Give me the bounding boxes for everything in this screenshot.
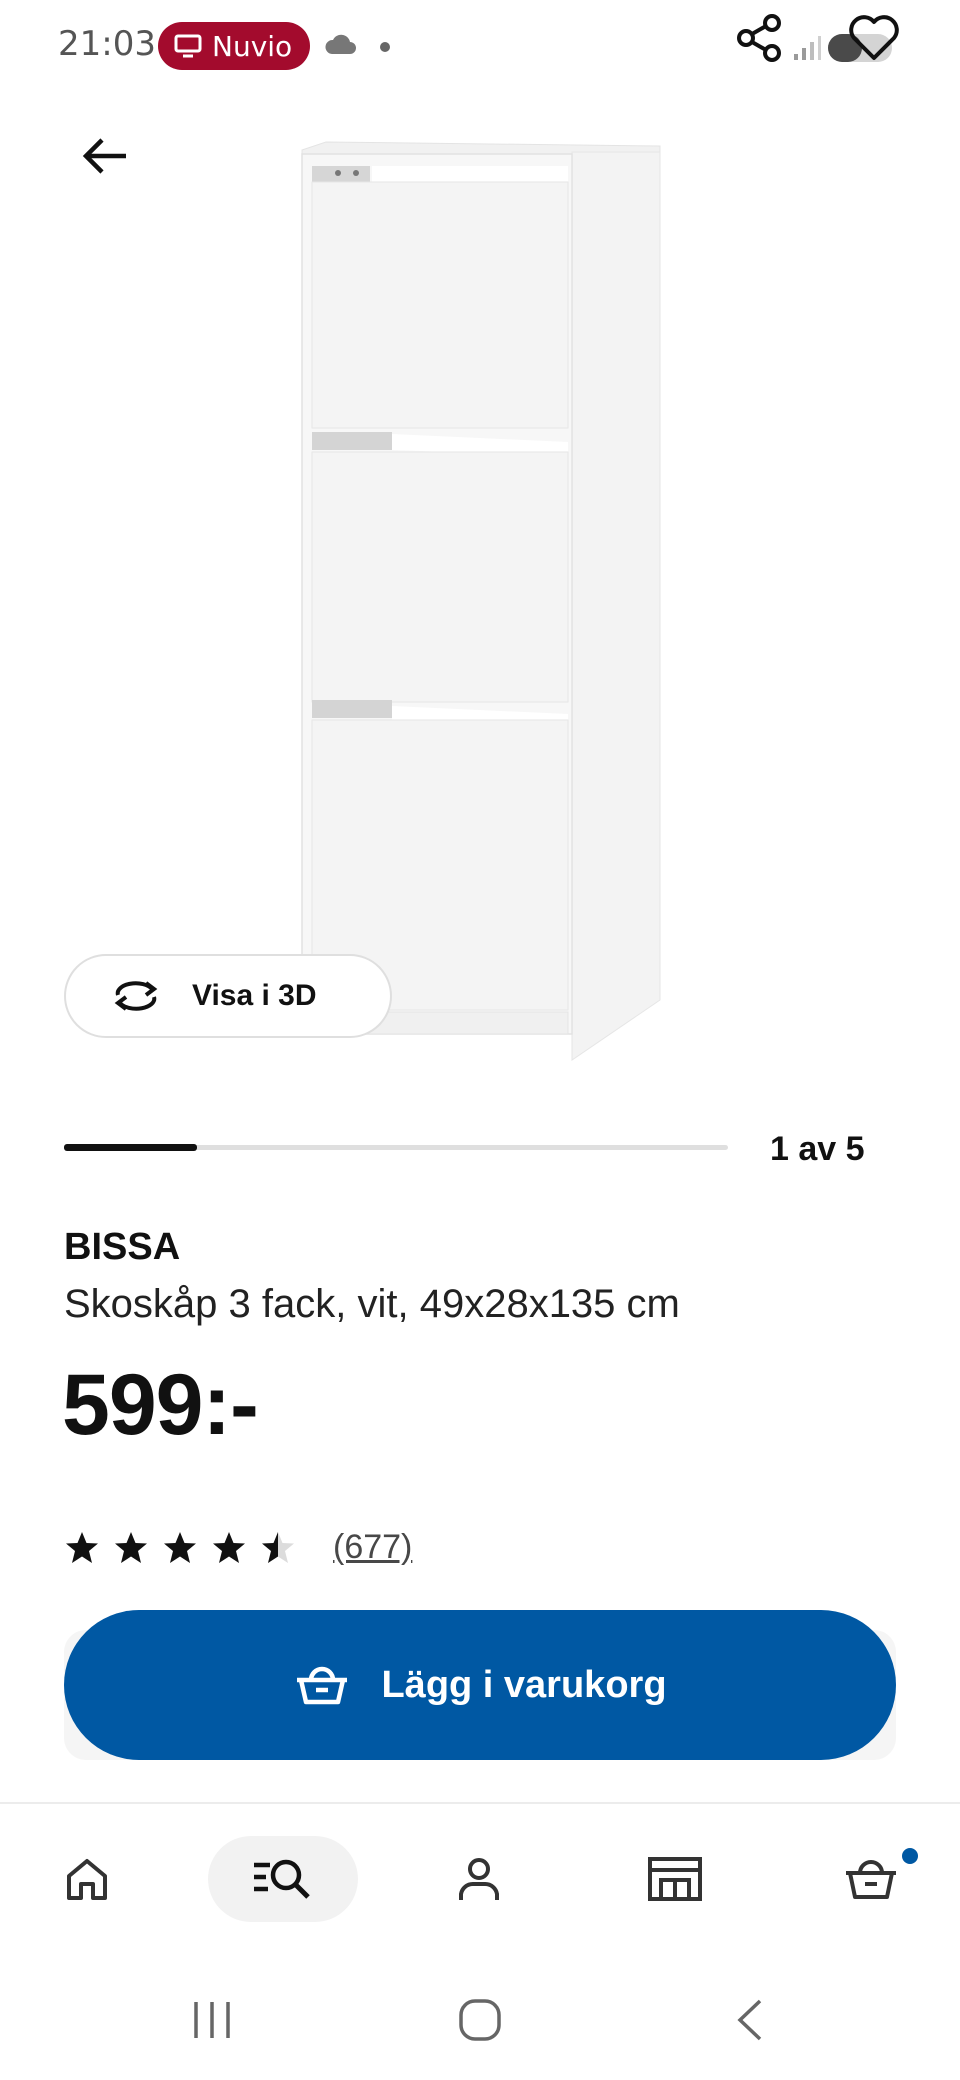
monitor-icon bbox=[174, 34, 202, 58]
status-time: 21:03 bbox=[58, 24, 156, 64]
search-icon bbox=[254, 1859, 310, 1899]
star-icon bbox=[164, 1531, 196, 1563]
store-icon bbox=[648, 1857, 702, 1901]
star-icon bbox=[66, 1531, 98, 1563]
arrow-left-icon bbox=[82, 138, 126, 174]
product-rating[interactable]: (677) bbox=[64, 1528, 412, 1567]
heart-icon bbox=[849, 15, 899, 60]
cart-icon bbox=[846, 1860, 896, 1899]
product-description: Skoskåp 3 fack, vit, 49x28x135 cm bbox=[64, 1282, 680, 1326]
nav-home[interactable] bbox=[12, 1836, 162, 1922]
cart-badge bbox=[902, 1848, 918, 1864]
nav-cart[interactable] bbox=[796, 1836, 946, 1922]
nav-stores[interactable] bbox=[600, 1836, 750, 1922]
profile-icon bbox=[459, 1858, 499, 1900]
home-circle-icon bbox=[459, 1999, 501, 2041]
view-3d-label: Visa i 3D bbox=[192, 979, 317, 1012]
share-button[interactable] bbox=[730, 8, 790, 68]
add-to-cart-button[interactable]: Lägg i varukorg bbox=[64, 1610, 896, 1760]
notification-dot bbox=[380, 42, 390, 52]
share-icon bbox=[737, 14, 781, 62]
back-button[interactable] bbox=[78, 128, 134, 184]
product-price: 599:- bbox=[62, 1357, 259, 1453]
recent-apps-icon bbox=[194, 2002, 230, 2038]
half-star-icon bbox=[262, 1531, 294, 1563]
back-system-button[interactable] bbox=[710, 1990, 790, 2050]
star-icon bbox=[213, 1531, 245, 1563]
home-icon bbox=[67, 1859, 107, 1900]
status-bar: 21:03 Nuvio bbox=[0, 0, 960, 92]
favourite-button[interactable] bbox=[844, 8, 904, 68]
recent-apps-button[interactable] bbox=[172, 1990, 252, 2050]
app-pill: Nuvio bbox=[158, 22, 310, 70]
view-3d-button[interactable]: Visa i 3D bbox=[64, 954, 392, 1038]
gallery-pager-text: 1 av 5 bbox=[770, 1130, 865, 1168]
product-name: BISSA bbox=[64, 1226, 181, 1268]
home-system-button[interactable] bbox=[440, 1990, 520, 2050]
chevron-left-icon bbox=[737, 1999, 762, 2041]
basket-plus-icon bbox=[297, 1666, 348, 1705]
signal-icon bbox=[794, 36, 821, 60]
add-to-cart-label: Lägg i varukorg bbox=[381, 1663, 667, 1706]
star-icon bbox=[115, 1531, 147, 1563]
gallery-progress-fill bbox=[64, 1144, 197, 1151]
review-count-link[interactable]: (677) bbox=[333, 1528, 412, 1567]
cloud-icon bbox=[325, 34, 356, 54]
nav-search[interactable] bbox=[208, 1836, 358, 1922]
nav-profile[interactable] bbox=[404, 1836, 554, 1922]
product-image[interactable] bbox=[290, 130, 670, 1070]
system-navigation-bar bbox=[0, 1960, 960, 2080]
bottom-navigation bbox=[0, 1802, 960, 1952]
app-pill-label: Nuvio bbox=[212, 29, 293, 63]
rotate-3d-icon bbox=[114, 981, 158, 1011]
